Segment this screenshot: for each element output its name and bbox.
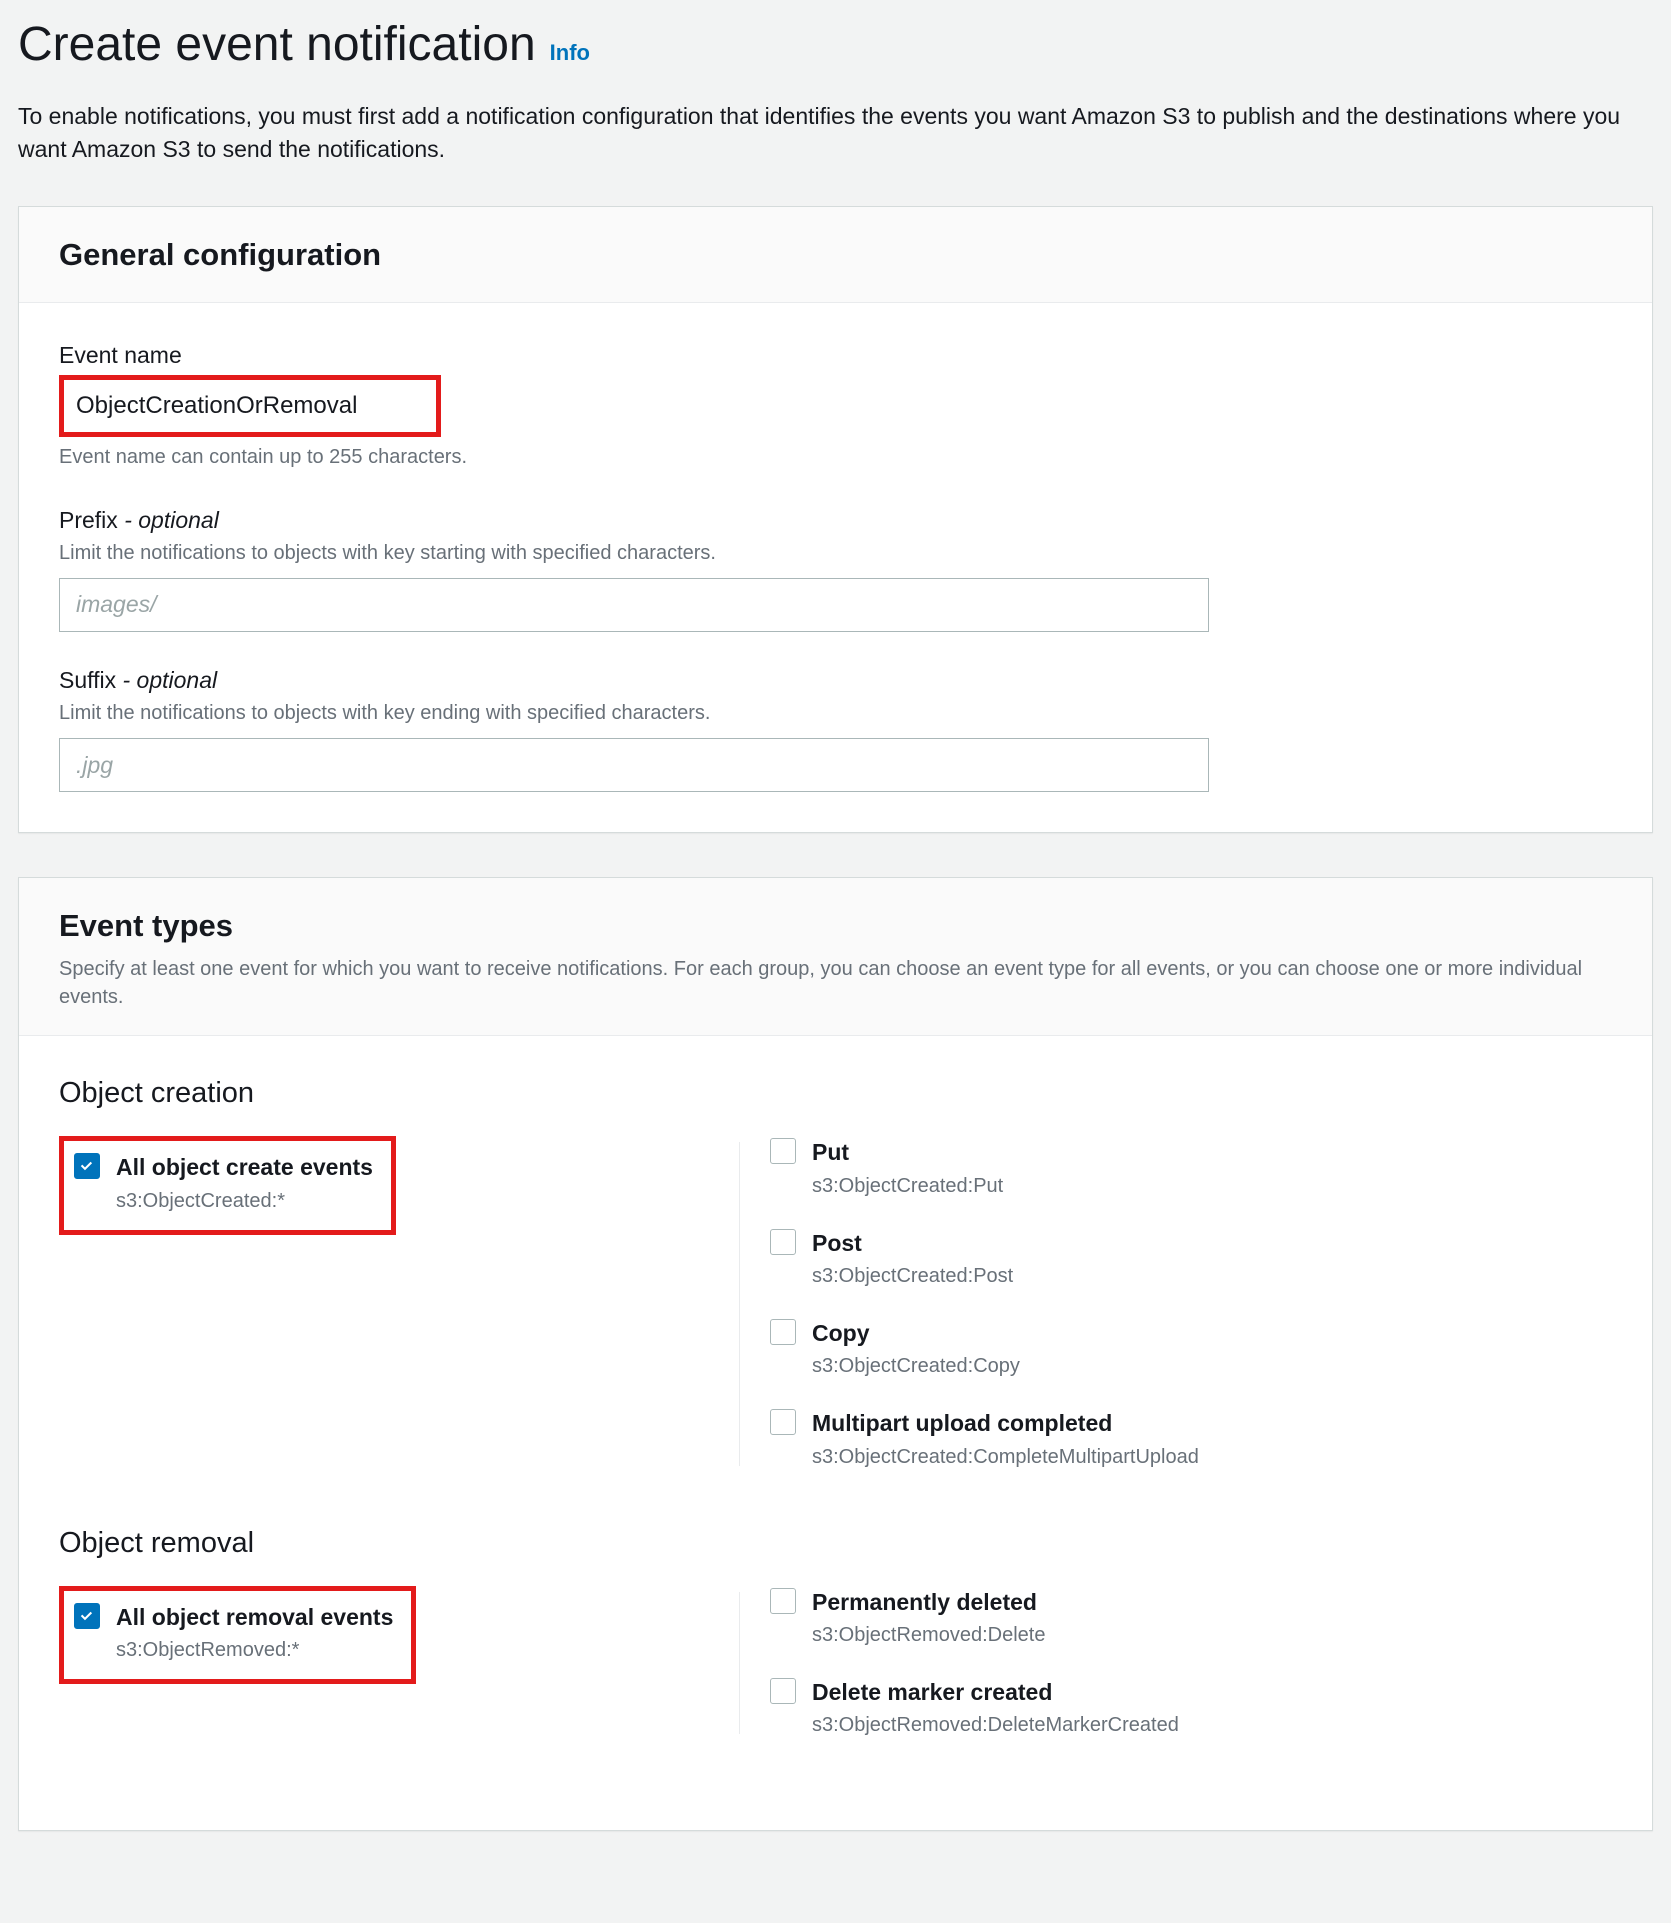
field-event-name: Event name Event name can contain up to … bbox=[59, 339, 1612, 471]
event-name-label: Event name bbox=[59, 339, 1612, 372]
panel-header: Event types Specify at least one event f… bbox=[19, 878, 1652, 1036]
event-all-column: All object create events s3:ObjectCreated… bbox=[59, 1136, 739, 1234]
field-suffix: Suffix - optional Limit the notification… bbox=[59, 664, 1612, 792]
event-name-highlight bbox=[59, 375, 441, 437]
checkbox-all-object-creation[interactable]: All object create events s3:ObjectCreated… bbox=[74, 1151, 373, 1215]
checkbox-permanently-deleted[interactable]: Permanently deleteds3:ObjectRemoved:Dele… bbox=[770, 1586, 1612, 1650]
checkbox-icon[interactable] bbox=[74, 1603, 100, 1629]
checkbox-sublabel: s3:ObjectCreated:Post bbox=[812, 1262, 1013, 1291]
checkbox-icon[interactable] bbox=[770, 1678, 796, 1704]
checkbox-post[interactable]: Posts3:ObjectCreated:Post bbox=[770, 1227, 1612, 1291]
prefix-label-text: Prefix bbox=[59, 507, 118, 533]
checkbox-label: Multipart upload completed bbox=[812, 1407, 1199, 1440]
page-description: To enable notifications, you must first … bbox=[18, 100, 1648, 167]
panel-body: Object creation All object create events s… bbox=[19, 1036, 1652, 1830]
checkbox-label: Delete marker created bbox=[812, 1676, 1179, 1709]
checkbox-multipart-upload-completed[interactable]: Multipart upload completed s3:ObjectCreat… bbox=[770, 1407, 1612, 1471]
suffix-label-text: Suffix bbox=[59, 667, 116, 693]
event-all-column: All object removal eventss3:ObjectRemove… bbox=[59, 1586, 739, 1684]
panel-title: General configuration bbox=[59, 233, 1612, 278]
checkbox-icon[interactable] bbox=[74, 1153, 100, 1179]
info-link[interactable]: Info bbox=[550, 37, 590, 69]
event-name-hint: Event name can contain up to 255 charact… bbox=[59, 443, 1612, 472]
event-items-column: Puts3:ObjectCreated:PutPosts3:ObjectCrea… bbox=[770, 1136, 1612, 1471]
checkbox-all-object-removal[interactable]: All object removal eventss3:ObjectRemove… bbox=[74, 1601, 393, 1665]
checkbox-label: Post bbox=[812, 1227, 1013, 1260]
checkbox-sublabel: s3:ObjectCreated:Put bbox=[812, 1172, 1003, 1201]
checkbox-icon[interactable] bbox=[770, 1409, 796, 1435]
suffix-optional: - optional bbox=[123, 667, 218, 693]
checkbox-label: All object removal events bbox=[116, 1601, 393, 1634]
checkbox-sublabel: s3:ObjectCreated:* bbox=[116, 1187, 373, 1216]
checkbox-icon[interactable] bbox=[770, 1319, 796, 1345]
column-divider bbox=[739, 1592, 740, 1735]
panel-body: Event name Event name can contain up to … bbox=[19, 303, 1652, 832]
event-section-object-removal: Object removalAll object removal eventss… bbox=[59, 1522, 1612, 1741]
column-divider bbox=[739, 1142, 740, 1465]
event-section-title: Object creation bbox=[59, 1072, 1612, 1114]
checkbox-label: All object create events bbox=[116, 1151, 373, 1184]
checkbox-icon[interactable] bbox=[770, 1138, 796, 1164]
field-prefix: Prefix - optional Limit the notification… bbox=[59, 504, 1612, 632]
checkbox-icon[interactable] bbox=[770, 1229, 796, 1255]
event-section-object-creation: Object creation All object create events s… bbox=[59, 1072, 1612, 1471]
checkbox-sublabel: s3:ObjectRemoved:* bbox=[116, 1636, 393, 1665]
checkbox-put[interactable]: Put s3:ObjectCreated:Put bbox=[770, 1136, 1612, 1200]
checkbox-sublabel: s3:ObjectCreated:CompleteMultipartUpload bbox=[812, 1443, 1199, 1472]
page-header: Create event notification Info To enable… bbox=[18, 0, 1653, 206]
checkbox-label: Copy bbox=[812, 1317, 1020, 1350]
checkbox-icon[interactable] bbox=[770, 1588, 796, 1614]
panel-subtitle: Specify at least one event for which you… bbox=[59, 955, 1612, 1011]
event-all-highlight: All object create events s3:ObjectCreated… bbox=[59, 1136, 396, 1234]
checkbox-label: Put bbox=[812, 1136, 1003, 1169]
prefix-hint: Limit the notifications to objects with … bbox=[59, 539, 1612, 568]
event-name-input[interactable] bbox=[70, 384, 430, 428]
panel-general-configuration: General configuration Event name Event n… bbox=[18, 206, 1653, 833]
panel-title: Event types bbox=[59, 904, 1612, 949]
prefix-label: Prefix - optional bbox=[59, 504, 1612, 537]
checkbox-label: Permanently deleted bbox=[812, 1586, 1045, 1619]
event-columns: All object removal eventss3:ObjectRemove… bbox=[59, 1586, 1612, 1741]
checkbox-sublabel: s3:ObjectRemoved:DeleteMarkerCreated bbox=[812, 1711, 1179, 1740]
event-section-title: Object removal bbox=[59, 1522, 1612, 1564]
prefix-input[interactable] bbox=[59, 578, 1209, 632]
event-all-highlight: All object removal eventss3:ObjectRemove… bbox=[59, 1586, 416, 1684]
panel-event-types: Event types Specify at least one event f… bbox=[18, 877, 1653, 1831]
checkbox-sublabel: s3:ObjectRemoved:Delete bbox=[812, 1621, 1045, 1650]
suffix-hint: Limit the notifications to objects with … bbox=[59, 699, 1612, 728]
page-title: Create event notification bbox=[18, 10, 536, 80]
checkbox-copy[interactable]: Copys3:ObjectCreated:Copy bbox=[770, 1317, 1612, 1381]
prefix-optional: - optional bbox=[124, 507, 219, 533]
suffix-label: Suffix - optional bbox=[59, 664, 1612, 697]
checkbox-delete-marker-created[interactable]: Delete marker createds3:ObjectRemoved:De… bbox=[770, 1676, 1612, 1740]
event-items-column: Permanently deleteds3:ObjectRemoved:Dele… bbox=[770, 1586, 1612, 1741]
checkbox-sublabel: s3:ObjectCreated:Copy bbox=[812, 1352, 1020, 1381]
panel-header: General configuration bbox=[19, 207, 1652, 303]
suffix-input[interactable] bbox=[59, 738, 1209, 792]
event-columns: All object create events s3:ObjectCreated… bbox=[59, 1136, 1612, 1471]
